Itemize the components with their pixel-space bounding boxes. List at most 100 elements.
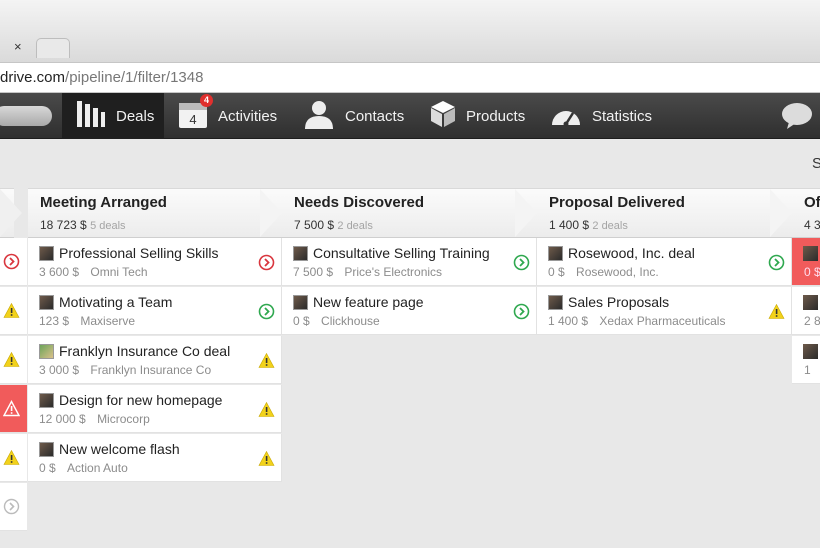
stage-amount: 18 723 $ [40,218,87,232]
person-avatar-icon [803,344,818,359]
deal-meta: 3 600 $ Omni Tech [39,265,148,279]
person-avatar-icon [803,246,818,261]
stage-count: 2 deals [337,220,373,232]
stage-sum: 4 3 [804,218,820,232]
partial-deal-card[interactable] [0,238,27,286]
deal-card[interactable]: Design for new homepage 12 000 $ Microcor… [28,385,282,433]
deal-card[interactable]: Rosewood, Inc. deal 0 $ Rosewood, Inc. [537,238,792,286]
deal-card[interactable]: Franklyn Insurance Co deal 3 000 $ Frankl… [28,336,282,384]
nav-activities[interactable]: 4 4 Activities [178,93,277,139]
stage-count: 2 deals [592,220,628,232]
deal-value: 3 600 $ [39,265,80,279]
stage-name: Meeting Arranged [40,194,167,211]
warning-icon[interactable] [2,400,21,417]
person-icon [303,99,335,133]
stage-header[interactable]: Meeting Arranged 18 723 $ 5 deals [28,188,282,238]
deal-organization: Omni Tech [90,265,148,279]
calendar-day: 4 [189,112,196,127]
stage-name: Of [804,194,820,211]
deal-organization: Clickhouse [321,314,380,328]
deal-value: 0 $ [39,461,56,475]
nav-contacts[interactable]: Contacts [303,93,404,139]
deal-title[interactable]: Franklyn Insurance Co deal [59,343,230,359]
person-avatar-icon [548,246,563,261]
deal-card[interactable]: New feature page 0 $ Clickhouse [282,287,537,335]
nav-products[interactable]: Products [430,93,525,139]
warning-icon[interactable] [3,449,20,466]
deal-title[interactable]: Design for new homepage [59,392,222,408]
deal-value: 0 $ [804,265,820,279]
stage-arrow [260,189,282,237]
tab-close-icon[interactable]: × [14,39,22,54]
partial-deal-card[interactable]: 2 8 [792,287,820,335]
toolbar-cut-label: S [812,155,820,172]
next-activity-arrow-icon[interactable] [513,303,530,320]
next-activity-arrow-icon[interactable] [513,254,530,271]
deal-value: 0 $ [548,265,565,279]
chat-bubble-icon[interactable] [781,102,813,129]
person-avatar-icon [39,442,54,457]
pipeline-board: S Meeting Arranged 18 723 $ 5 deals Need… [0,139,820,548]
stage-header[interactable]: Of 4 3 [792,188,820,238]
partial-deal-card[interactable] [0,434,27,482]
deal-organization: Microcorp [97,412,150,426]
partial-deal-card[interactable] [0,336,27,384]
deal-title[interactable]: Motivating a Team [59,294,172,310]
deal-card[interactable]: New welcome flash 0 $ Action Auto [28,434,282,482]
partial-deal-card[interactable]: 1 [792,336,820,384]
deal-title[interactable]: Consultative Selling Training [313,245,490,261]
deals-bars-icon [76,99,106,133]
search-input[interactable] [0,106,52,126]
stage-header[interactable]: Proposal Delivered 1 400 $ 2 deals [537,188,792,238]
deal-meta: 0 $ Rosewood, Inc. [548,265,659,279]
deal-meta: 0 $ Action Auto [39,461,128,475]
nav-deals[interactable]: Deals [62,93,164,139]
stage-amount: 4 3 [804,218,820,232]
nav-products-label: Products [466,107,526,125]
warning-icon[interactable] [258,401,275,418]
nav-statistics[interactable]: Statistics [550,93,652,139]
warning-icon[interactable] [3,302,20,319]
next-activity-arrow-icon[interactable] [768,254,785,271]
partial-deal-card[interactable] [0,483,27,531]
deal-card[interactable]: Consultative Selling Training 7 500 $ Pri… [282,238,537,286]
person-avatar-icon [548,295,563,310]
deal-meta: 123 $ Maxiserve [39,314,135,328]
deal-card[interactable]: Professional Selling Skills 3 600 $ Omni … [28,238,282,286]
deal-value: 3 000 $ [39,363,80,377]
deal-organization: Rosewood, Inc. [576,265,659,279]
deal-title[interactable]: New welcome flash [59,441,180,457]
stage-arrow [770,189,792,237]
deal-organization: Action Auto [67,461,128,475]
browser-tab-strip: × [0,0,820,62]
deal-value: 1 400 $ [548,314,589,328]
address-bar[interactable]: drive.com/pipeline/1/filter/1348 [0,62,820,93]
overdue-arrow-icon[interactable] [258,254,275,271]
activities-count-badge: 4 [200,94,213,107]
partial-deal-card[interactable] [0,385,27,433]
new-tab-button[interactable] [36,38,70,58]
warning-icon[interactable] [258,450,275,467]
person-avatar-icon [39,246,54,261]
partial-deal-card[interactable]: 0 $ [792,238,820,286]
calendar-icon: 4 4 [178,94,213,133]
next-activity-arrow-icon[interactable] [258,303,275,320]
warning-icon[interactable] [768,303,785,320]
overdue-arrow-icon[interactable] [3,253,20,270]
deal-meta: 1 400 $ Xedax Pharmaceuticals [548,314,725,328]
person-avatar-icon [39,295,54,310]
person-avatar-icon [293,246,308,261]
deal-title[interactable]: Sales Proposals [568,294,669,310]
deal-title[interactable]: Rosewood, Inc. deal [568,245,695,261]
deal-title[interactable]: New feature page [313,294,424,310]
deal-title[interactable]: Professional Selling Skills [59,245,219,261]
person-avatar-icon [39,344,54,359]
stage-header[interactable]: Needs Discovered 7 500 $ 2 deals [282,188,537,238]
no-activity-icon[interactable] [3,498,20,515]
partial-deal-card[interactable] [0,287,27,335]
deal-card[interactable]: Motivating a Team 123 $ Maxiserve [28,287,282,335]
warning-icon[interactable] [3,351,20,368]
deal-organization: Price's Electronics [344,265,443,279]
warning-icon[interactable] [258,352,275,369]
deal-card[interactable]: Sales Proposals 1 400 $ Xedax Pharmaceuti… [537,287,792,335]
